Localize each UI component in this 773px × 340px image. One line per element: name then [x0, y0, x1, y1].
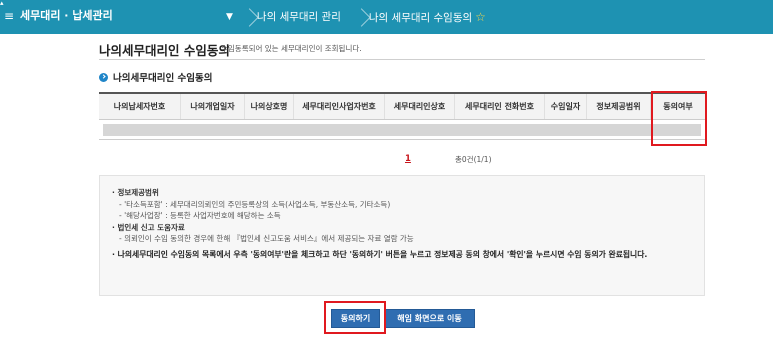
table-header-row: 나의납세자번호 나의개업일자 나의상호명 세무대리인사업자번호 세무대리인상호 …: [99, 94, 705, 120]
column-header-agent-phone: 세무대리인 전화번호: [455, 94, 545, 119]
notice-instruction: · 나의세무대리인 수임동의 목록에서 우측 '동의여부'란을 체크하고 하단 …: [112, 249, 648, 259]
notice-item-business-site: - '해당사업장' : 등록한 사업자번호에 해당하는 소득: [119, 211, 281, 220]
empty-row-placeholder: [103, 124, 701, 136]
title-divider: [99, 59, 705, 60]
breadcrumb-current-label: 나의 세무대리 수임동의: [368, 11, 473, 24]
column-header-open-date: 나의개업일자: [181, 94, 245, 119]
notice-heading-info-scope: · 정보제공범위: [112, 188, 159, 197]
breadcrumb-tax-agent-management[interactable]: 나의 세무대리 관리: [257, 9, 341, 25]
breadcrumb-separator: [243, 0, 257, 34]
section-header: 나의세무대리인 수임동의: [99, 70, 212, 84]
consent-column-highlight: [651, 91, 707, 146]
page-description: 수임동록되어 있는 세무대리인이 조회됩니다.: [221, 44, 362, 53]
page-number-link[interactable]: 1: [405, 154, 411, 164]
column-header-agent-business-number: 세무대리인사업자번호: [294, 94, 385, 119]
top-navigation-bar: ▴ ≡ 세무대리 · 납세관리 ▼ 나의 세무대리 관리 나의 세무대리 수임동…: [0, 0, 773, 34]
column-header-taxpayer-number: 나의납세자번호: [99, 94, 181, 119]
app-title[interactable]: 세무대리 · 납세관리: [20, 8, 113, 24]
section-title: 나의세무대리인 수임동의: [113, 73, 213, 84]
table-row: [99, 120, 705, 140]
column-header-appointment-date: 수임일자: [545, 94, 587, 119]
page-title: 나의세무대리인 수임동의: [99, 43, 230, 58]
breadcrumb: ▼ 나의 세무대리 관리 나의 세무대리 수임동의 ☆: [226, 0, 500, 34]
breadcrumb-current[interactable]: 나의 세무대리 수임동의 ☆: [369, 9, 486, 26]
column-header-trade-name: 나의상호명: [245, 94, 294, 119]
notice-item-other-income: - '타소득포함' : 세무대리의뢰인의 주민등록상의 소득(사업소득, 부동산…: [119, 199, 391, 209]
agree-button-highlight: [324, 301, 386, 334]
corner-mark-icon: ▴: [0, 0, 4, 7]
menu-icon[interactable]: ≡: [4, 8, 14, 24]
circle-arrow-icon: [99, 72, 108, 82]
consent-table: 나의납세자번호 나의개업일자 나의상호명 세무대리인사업자번호 세무대리인상호 …: [99, 92, 705, 140]
notice-box: · 정보제공범위 - '타소득포함' : 세무대리의뢰인의 주민등록상의 소득(…: [99, 175, 705, 296]
notice-heading-corporate-tax: · 법인세 신고 도움자료: [112, 222, 185, 232]
total-count: 총0건(1/1): [455, 155, 492, 164]
chevron-down-icon[interactable]: ▼: [226, 12, 233, 22]
go-to-dismissal-button[interactable]: 해임 화면으로 이동: [384, 309, 475, 328]
column-header-agent-trade-name: 세무대리인상호: [385, 94, 455, 119]
notice-item-corporate-tax: - 의뢰인이 수임 동의한 경우에 한해 『법인세 신고도움 서비스』에서 제공…: [119, 234, 414, 243]
star-icon[interactable]: ☆: [475, 10, 486, 24]
breadcrumb-separator: [355, 0, 369, 34]
column-header-info-scope: 정보제공범위: [587, 94, 651, 119]
